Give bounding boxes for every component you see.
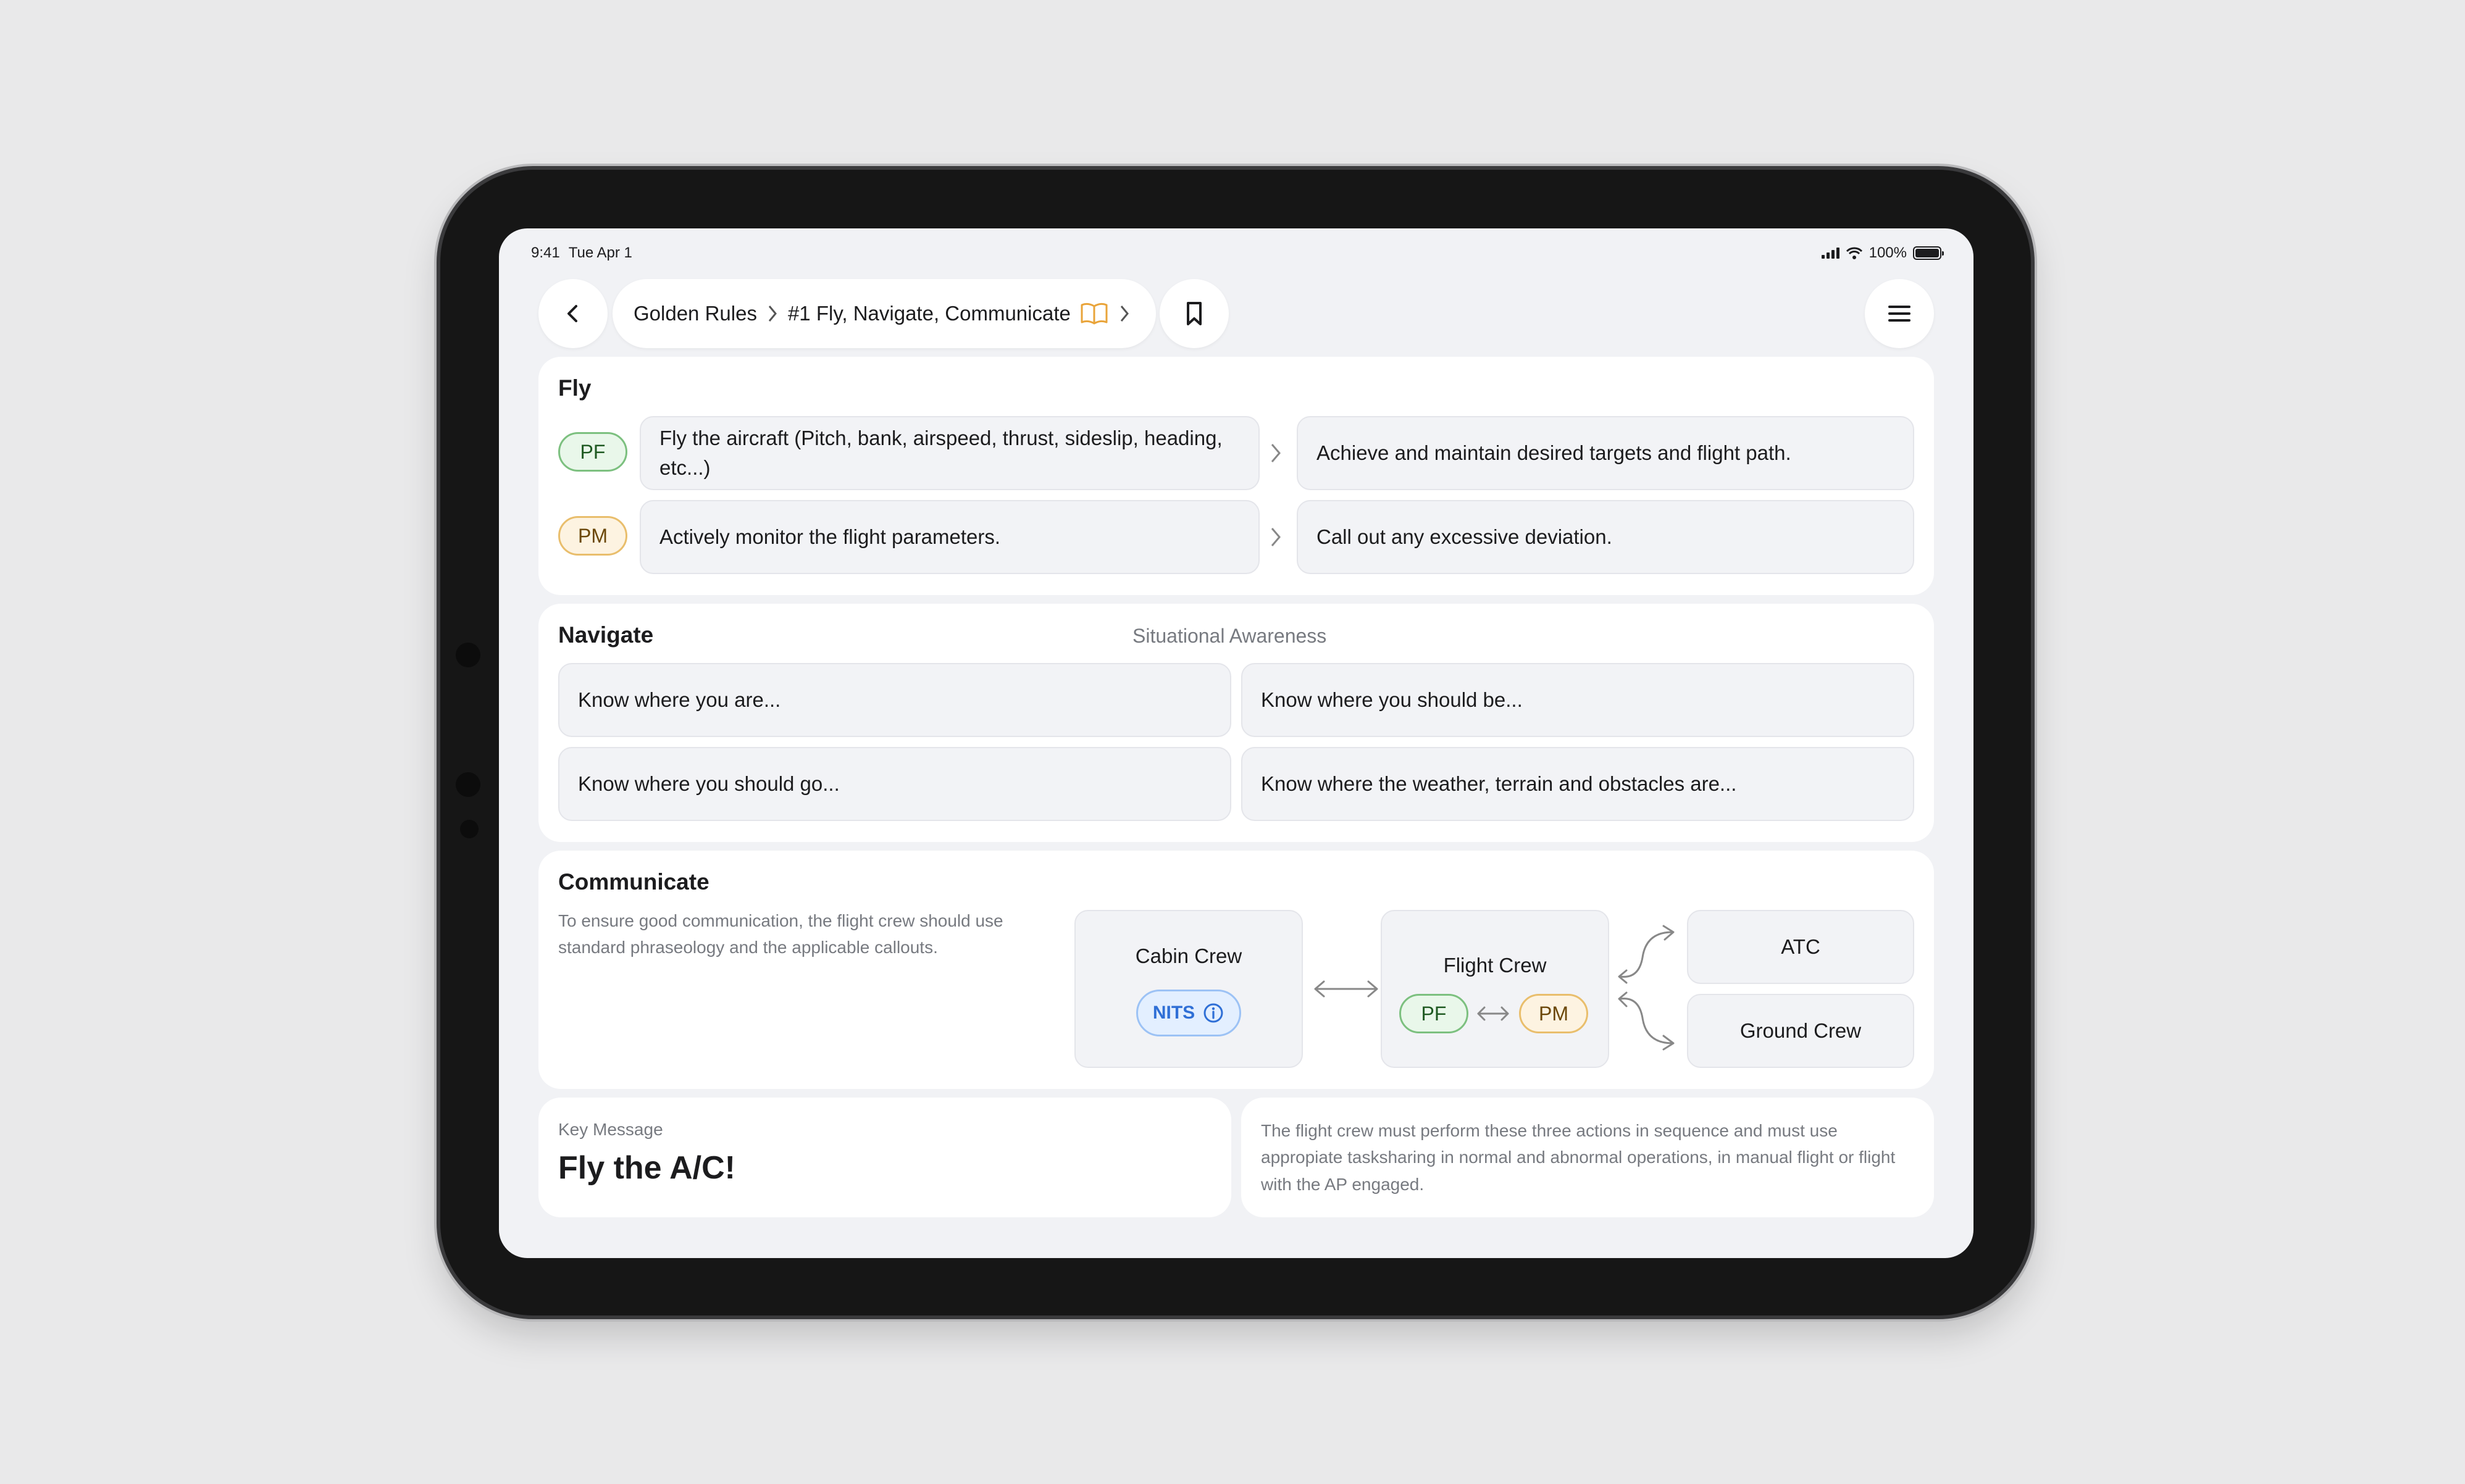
navigate-card: Navigate Situational Awareness Know wher… <box>538 604 1934 842</box>
key-message-label: Key Message <box>558 1120 663 1139</box>
fly-result-pm: Call out any excessive deviation. <box>1297 500 1914 574</box>
pencil-magnet <box>456 643 480 667</box>
key-message-title: Fly the A/C! <box>558 1150 735 1186</box>
fly-action-pm: Actively monitor the flight parameters. <box>640 500 1260 574</box>
bookmark-icon <box>1187 302 1202 325</box>
chevron-right-icon <box>768 306 777 322</box>
book-icon[interactable] <box>1079 301 1109 326</box>
chevron-right-icon <box>1271 528 1281 546</box>
fly-card: Fly PF Fly the aircraft (Pitch, bank, ai… <box>538 357 1934 595</box>
pf-badge: PF <box>558 432 627 472</box>
navigate-subtitle: Situational Awareness <box>1132 625 1327 647</box>
chevron-left-icon <box>567 305 577 322</box>
double-arrow-icon <box>1477 1006 1509 1021</box>
status-bar: 9:41 Tue Apr 1 100% <box>531 240 1944 267</box>
status-time: 9:41 <box>531 244 560 261</box>
battery-percent: 100% <box>1869 244 1907 261</box>
status-date: Tue Apr 1 <box>568 244 632 261</box>
flight-crew-pf-badge: PF <box>1399 994 1468 1033</box>
flight-crew-pm-badge: PM <box>1519 994 1588 1033</box>
key-message-card: Key Message Fly the A/C! <box>538 1098 1231 1217</box>
pm-badge: PM <box>558 516 627 556</box>
chevron-right-icon[interactable] <box>1118 302 1131 325</box>
double-arrow-icon <box>1314 980 1378 998</box>
key-message-body: The flight crew must perform these three… <box>1261 1121 1896 1194</box>
screen: 9:41 Tue Apr 1 100% Golden Rules #1 Fly,… <box>499 228 1973 1258</box>
back-button[interactable] <box>538 279 608 348</box>
breadcrumb-item-current[interactable]: #1 Fly, Navigate, Communicate <box>788 302 1071 325</box>
flight-crew-box: Flight Crew PF PM <box>1381 910 1609 1068</box>
flight-crew-label: Flight Crew <box>1443 954 1547 977</box>
navigate-title: Navigate <box>558 622 654 648</box>
navigate-item: Know where you should go... <box>558 747 1231 821</box>
hamburger-menu-icon <box>1888 306 1910 322</box>
nits-label: NITS <box>1152 1003 1195 1023</box>
curved-arrow-up-icon <box>1618 925 1675 984</box>
curved-arrow-down-icon <box>1618 991 1675 1051</box>
communicate-card: Communicate To ensure good communication… <box>538 851 1934 1089</box>
nits-badge[interactable]: NITS <box>1136 989 1242 1036</box>
signal-icon <box>1821 248 1839 259</box>
navigate-item: Know where the weather, terrain and obst… <box>1241 747 1914 821</box>
cabin-crew-box: Cabin Crew NITS <box>1074 910 1303 1068</box>
key-message-body-card: The flight crew must perform these three… <box>1241 1098 1934 1217</box>
communicate-description: To ensure good communication, the flight… <box>558 911 1003 957</box>
navigate-item: Know where you should be... <box>1241 663 1914 737</box>
navigate-item: Know where you are... <box>558 663 1231 737</box>
atc-box: ATC <box>1687 910 1914 984</box>
breadcrumb: Golden Rules #1 Fly, Navigate, Communica… <box>613 279 1156 348</box>
fly-action-pf: Fly the aircraft (Pitch, bank, airspeed,… <box>640 416 1260 490</box>
breadcrumb-item-golden-rules[interactable]: Golden Rules <box>634 302 757 325</box>
chevron-right-icon <box>1271 444 1281 462</box>
ground-crew-box: Ground Crew <box>1687 994 1914 1068</box>
communicate-title: Communicate <box>558 869 709 894</box>
wifi-icon <box>1846 247 1862 259</box>
top-navigation: Golden Rules #1 Fly, Navigate, Communica… <box>538 279 1934 348</box>
bookmark-button[interactable] <box>1160 279 1229 348</box>
pencil-magnet <box>456 772 480 797</box>
menu-button[interactable] <box>1865 279 1934 348</box>
cabin-crew-label: Cabin Crew <box>1135 944 1242 968</box>
pencil-magnet <box>460 820 479 838</box>
info-icon <box>1203 1003 1223 1023</box>
fly-title: Fly <box>558 375 592 401</box>
battery-icon <box>1913 246 1944 260</box>
fly-result-pf: Achieve and maintain desired targets and… <box>1297 416 1914 490</box>
